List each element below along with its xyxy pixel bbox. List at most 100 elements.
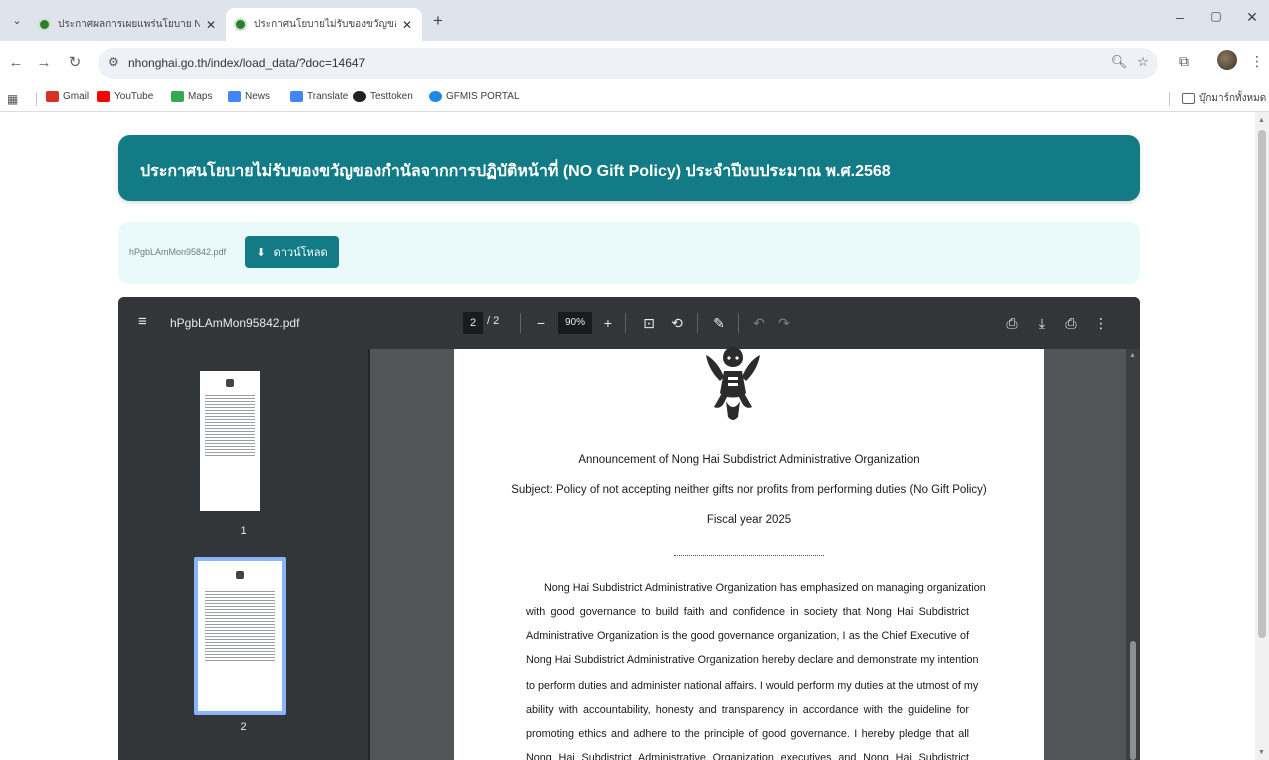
bookmark-news[interactable]: News: [228, 91, 270, 102]
paragraph-line: Nong Hai Subdistrict Administrative Orga…: [526, 752, 969, 760]
bookmark-label: YouTube: [114, 91, 154, 102]
new-tab-button[interactable]: +: [428, 11, 448, 31]
pdf-toolbar: ≡ hPgbLAmMon95842.pdf 2 / 2 − 90% + ⊡ ⟲ …: [118, 297, 1140, 349]
close-tab-icon[interactable]: ✕: [204, 18, 218, 32]
page-number-input[interactable]: 2: [463, 312, 483, 334]
page-title-banner: ประกาศนโยบายไม่รับของขวัญของกำนัลจากการป…: [118, 135, 1140, 201]
divider: [738, 313, 739, 333]
download-icon: ⬇: [256, 246, 266, 259]
maximize-icon[interactable]: ▢: [1205, 9, 1227, 23]
more-options-icon[interactable]: ⋮: [1091, 312, 1111, 334]
site-favicon-icon: [38, 18, 51, 31]
garuda-emblem-icon: [236, 571, 244, 579]
divider: [697, 313, 698, 333]
tab-search-icon[interactable]: ⌄: [6, 11, 28, 31]
tab-title: ประกาศนโยบายไม่รับของขวัญของกำนัล: [254, 19, 396, 30]
scroll-up-icon[interactable]: ▲: [1258, 117, 1265, 124]
download-panel: hPgbLAmMon95842.pdf ⬇ ดาวน์โหลด: [118, 222, 1140, 284]
thumbnail-page-number: 2: [240, 721, 247, 733]
garuda-emblem-icon: [226, 379, 234, 387]
bookmark-gfmis[interactable]: GFMIS PORTAL: [429, 91, 520, 102]
page-scrollbar[interactable]: ▲ ▼: [1255, 112, 1269, 760]
site-info-icon[interactable]: ⚙: [108, 55, 119, 69]
back-icon[interactable]: ←: [6, 53, 26, 73]
fit-page-icon[interactable]: ⊡: [639, 312, 659, 334]
page-content: ประกาศนโยบายไม่รับของขวัญของกำนัลจากการป…: [0, 112, 1255, 760]
tab-inactive[interactable]: ประกาศผลการเผยแพร่นโยบาย No Gift ✕: [30, 8, 226, 41]
download-label: ดาวน์โหลด: [273, 247, 328, 259]
paragraph-line: Nong Hai Subdistrict Administrative Orga…: [544, 582, 986, 594]
divider: [36, 92, 37, 106]
close-tab-icon[interactable]: ✕: [400, 18, 414, 32]
print-icon[interactable]: ⎙: [1061, 312, 1081, 334]
zoom-in-icon[interactable]: +: [598, 312, 618, 334]
url-text[interactable]: nhonghai.go.th/index/load_data/?doc=1464…: [128, 56, 365, 70]
tab-active[interactable]: ประกาศนโยบายไม่รับของขวัญของกำนัล ✕: [226, 8, 422, 41]
scroll-thumb[interactable]: [1258, 130, 1266, 638]
minimize-icon[interactable]: –: [1169, 9, 1191, 25]
document-fiscal-year: Fiscal year 2025: [706, 514, 792, 526]
document-area: Announcement of Nong Hai Subdistrict Adm…: [370, 347, 1140, 760]
address-bar[interactable]: ⚙ nhonghai.go.th/index/load_data/?doc=14…: [98, 48, 1158, 79]
bookmark-label: บุ๊กมาร์กทั้งหมด: [1199, 93, 1267, 104]
news-icon: [228, 91, 241, 102]
all-bookmarks[interactable]: บุ๊กมาร์กทั้งหมด: [1182, 91, 1266, 106]
page-total: / 2: [487, 315, 500, 327]
gfmis-icon: [429, 91, 442, 102]
maps-icon: [171, 91, 184, 102]
page-thumbnail-1[interactable]: [200, 371, 260, 511]
bookmark-gmail[interactable]: Gmail: [46, 91, 89, 102]
page-thumbnail-2[interactable]: [194, 557, 286, 715]
apps-icon[interactable]: ▦: [7, 92, 18, 106]
close-window-icon[interactable]: ✕: [1241, 9, 1263, 26]
garuda-emblem-icon: [706, 347, 760, 420]
zoom-input[interactable]: 90%: [558, 312, 592, 334]
bookmark-label: Translate: [307, 91, 349, 102]
download-pdf-icon[interactable]: ⤓: [1032, 312, 1052, 334]
site-favicon-icon: [234, 18, 247, 31]
scroll-thumb[interactable]: [1130, 641, 1136, 760]
undo-icon[interactable]: ↶: [749, 312, 769, 334]
bookmark-label: Gmail: [63, 91, 90, 102]
forward-icon[interactable]: →: [34, 53, 54, 73]
profile-avatar[interactable]: [1217, 50, 1237, 70]
gmail-icon: [46, 91, 59, 102]
file-name-label: hPgbLAmMon95842.pdf: [129, 247, 227, 257]
paragraph-line: ability with accountability, honesty and…: [526, 704, 969, 716]
annotate-icon[interactable]: ✎: [709, 312, 729, 334]
paragraph-line: Nong Hai Subdistrict Administrative Orga…: [526, 654, 979, 666]
rotate-icon[interactable]: ⟲: [667, 312, 687, 334]
divider: [674, 555, 824, 556]
testtoken-icon: [353, 91, 366, 102]
extensions-icon[interactable]: ⧉: [1174, 53, 1194, 70]
scroll-up-icon[interactable]: ▲: [1129, 352, 1136, 359]
download-button[interactable]: ⬇ ดาวน์โหลด: [245, 236, 339, 268]
pdf-viewer: ≡ hPgbLAmMon95842.pdf 2 / 2 − 90% + ⊡ ⟲ …: [118, 297, 1140, 760]
redo-icon[interactable]: ↷: [774, 312, 794, 334]
bookmark-label: GFMIS PORTAL: [446, 91, 520, 102]
bookmark-maps[interactable]: Maps: [171, 91, 212, 102]
save-annotations-icon[interactable]: ⎙: [1002, 312, 1022, 334]
tab-strip: ⌄ ประกาศผลการเผยแพร่นโยบาย No Gift ✕ ประ…: [0, 0, 1269, 41]
bookmark-star-icon[interactable]: ☆: [1134, 54, 1152, 70]
document-scrollbar[interactable]: ▲: [1126, 349, 1140, 760]
bookmark-label: Maps: [188, 91, 213, 102]
paragraph-line: promoting ethics and adhere to the princ…: [526, 728, 969, 740]
divider: [1169, 92, 1170, 106]
paragraph-line: to perform duties and administer nationa…: [526, 680, 979, 692]
youtube-icon: [97, 91, 110, 102]
scroll-down-icon[interactable]: ▼: [1258, 749, 1265, 756]
bookmark-testtoken[interactable]: Testtoken: [353, 91, 413, 102]
document-heading: Announcement of Nong Hai Subdistrict Adm…: [578, 454, 920, 466]
bookmark-translate[interactable]: Translate: [290, 91, 348, 102]
reload-icon[interactable]: ↻: [65, 53, 85, 73]
bookmark-youtube[interactable]: YouTube: [97, 91, 153, 102]
pdf-file-name: hPgbLAmMon95842.pdf: [170, 316, 300, 330]
zoom-icon[interactable]: 🔍︎: [1110, 54, 1128, 70]
zoom-out-icon[interactable]: −: [531, 312, 551, 334]
thumbnail-page-number: 1: [240, 525, 247, 537]
sidebar-menu-icon[interactable]: ≡: [138, 313, 147, 330]
page-title: ประกาศนโยบายไม่รับของขวัญของกำนัลจากการป…: [140, 163, 891, 180]
menu-icon[interactable]: ⋮: [1247, 53, 1267, 70]
paragraph-line: Administrative Organization is the good …: [526, 630, 969, 642]
